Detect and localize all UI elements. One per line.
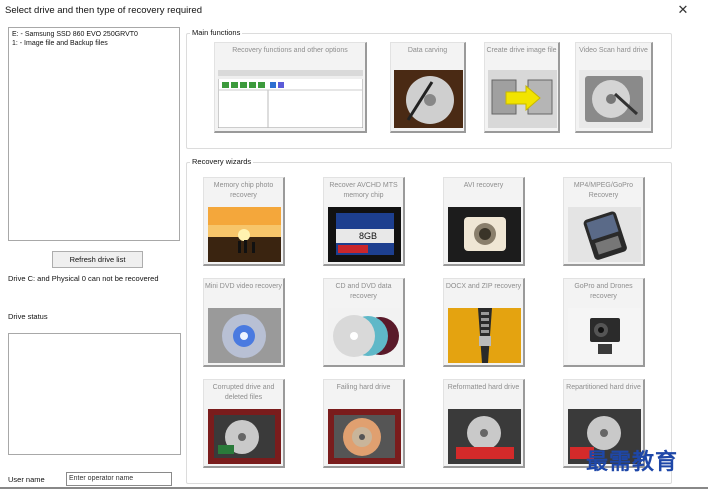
drive-status-label: Drive status (8, 312, 48, 321)
zip-icon (448, 308, 521, 363)
user-name-input[interactable]: Enter operator name (66, 472, 172, 486)
drive-list[interactable]: E: - Samsung SSD 860 EVO 250GRVT0 1: - I… (8, 27, 180, 241)
mp4-mpeg-gopro-recovery-button[interactable]: MP4/MPEG/GoPro Recovery (563, 177, 645, 266)
open-drive-platter-icon (328, 409, 401, 464)
failing-hard-drive-button[interactable]: Failing hard drive (323, 379, 405, 468)
refresh-drive-list-button[interactable]: Refresh drive list (52, 251, 143, 268)
cd-dvd-data-recovery-button[interactable]: CD and DVD data recovery (323, 278, 405, 367)
tile-label: Repartitioned hard drive (566, 384, 641, 391)
avchd-mts-recovery-button[interactable]: Recover AVCHD MTS memory chip 8GB (323, 177, 405, 266)
mini-dvd-icon (208, 308, 281, 363)
recovery-functions-button[interactable]: Recovery functions and other options (214, 42, 367, 133)
close-icon[interactable]: ✕ (676, 3, 690, 17)
drive-to-image-arrow-icon (488, 70, 557, 128)
tile-label: DOCX and ZIP recovery (445, 283, 522, 290)
create-drive-image-button[interactable]: Create drive image file (484, 42, 560, 133)
camera-icon (448, 207, 521, 262)
tile-label: Create drive image file (486, 47, 557, 54)
tile-label: CD and DVD data recovery (335, 283, 392, 300)
tile-label: Memory chip photo recovery (213, 182, 274, 199)
formatted-drive-icon (448, 409, 521, 464)
drive-list-item[interactable]: E: - Samsung SSD 860 EVO 250GRVT0 (9, 31, 179, 40)
phone-icon (568, 207, 641, 262)
watermark: 最需教育 (586, 449, 679, 475)
tile-label: MP4/MPEG/GoPro Recovery (573, 182, 634, 199)
mini-dvd-video-recovery-button[interactable]: Mini DVD video recovery (203, 278, 285, 367)
gopro-icon (568, 308, 641, 363)
drive-list-item[interactable]: 1: - Image file and Backup files (9, 40, 179, 49)
drive-note: Drive C: and Physical 0 can not be recov… (8, 274, 159, 283)
avi-recovery-button[interactable]: AVI recovery (443, 177, 525, 266)
drive-status-box (8, 333, 181, 455)
tile-label: Failing hard drive (336, 384, 391, 391)
video-scan-hard-drive-button[interactable]: Video Scan hard drive (575, 42, 653, 133)
hard-drive-icon (579, 70, 650, 128)
corrupted-drive-deleted-files-button[interactable]: Corrupted drive and deleted files (203, 379, 285, 468)
memory-chip-photo-recovery-button[interactable]: Memory chip photo recovery (203, 177, 285, 266)
tile-label: Corrupted drive and deleted files (212, 384, 275, 401)
tile-label: GoPro and Drones recovery (574, 283, 633, 300)
sd-card-icon: 8GB (328, 207, 401, 262)
tile-label: Recovery functions and other options (232, 47, 348, 54)
tile-label: Data carving (407, 47, 448, 54)
app-screenshot-icon (218, 70, 363, 128)
discs-icon (328, 308, 401, 363)
svg-text:8GB: 8GB (359, 231, 377, 241)
main-functions-title: Main functions (190, 28, 243, 37)
reformatted-hard-drive-button[interactable]: Reformatted hard drive (443, 379, 525, 468)
tile-label: Reformatted hard drive (447, 384, 520, 391)
tile-label: Video Scan hard drive (579, 47, 648, 54)
open-drive-icon (208, 409, 281, 464)
user-name-label: User name (8, 475, 45, 484)
sunset-photo-icon (208, 207, 281, 262)
hard-drive-platter-icon (394, 70, 463, 128)
window-title: Select drive and then type of recovery r… (5, 5, 202, 16)
data-carving-button[interactable]: Data carving (390, 42, 466, 133)
title-bar: Select drive and then type of recovery r… (0, 0, 708, 22)
tile-label: Mini DVD video recovery (204, 283, 283, 290)
recovery-wizards-title: Recovery wizards (190, 157, 254, 166)
gopro-drones-recovery-button[interactable]: GoPro and Drones recovery (563, 278, 645, 367)
tile-label: Recover AVCHD MTS memory chip (329, 182, 398, 199)
docx-zip-recovery-button[interactable]: DOCX and ZIP recovery (443, 278, 525, 367)
tile-label: AVI recovery (463, 182, 504, 189)
